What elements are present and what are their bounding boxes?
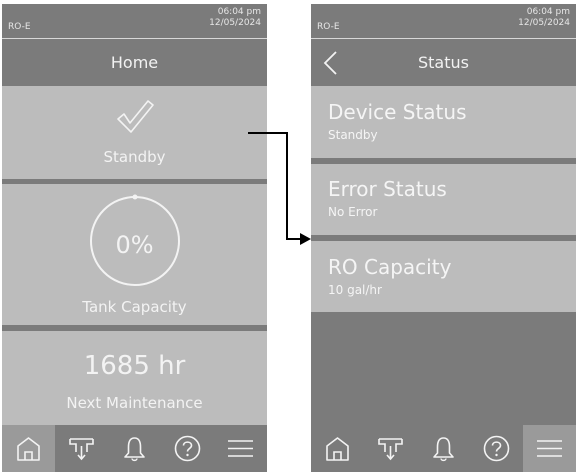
bell-icon: [433, 437, 454, 462]
clock: 06:04 pm 12/05/2024: [209, 7, 261, 29]
status-screen: RO-E 06:04 pm 12/05/2024 Status Device S…: [311, 4, 576, 472]
standby-tile[interactable]: Standby: [2, 86, 267, 179]
clock-time: 06:04 pm: [217, 7, 261, 17]
error-status-item[interactable]: Error Status No Error: [311, 164, 576, 235]
clock-time: 06:04 pm: [526, 7, 570, 17]
gauge-marker: [132, 194, 138, 200]
menu-icon: [537, 440, 562, 457]
drain-valve-icon: [69, 438, 94, 461]
page-title: Home: [110, 53, 159, 72]
help-icon: [483, 435, 510, 462]
clock: 06:04 pm 12/05/2024: [518, 7, 570, 29]
tank-capacity-tile[interactable]: 0% Tank Capacity: [2, 184, 267, 325]
title-bar: Home: [2, 39, 267, 86]
nav-alarms[interactable]: [108, 425, 161, 472]
nav-drain[interactable]: [55, 425, 108, 472]
clock-date: 12/05/2024: [518, 18, 570, 28]
model-name: RO-E: [8, 22, 31, 32]
maintenance-tile[interactable]: 1685 hr Next Maintenance: [2, 331, 267, 425]
ro-capacity-item[interactable]: RO Capacity 10 gal/hr: [311, 241, 576, 312]
item-value: 10 gal/hr: [328, 283, 382, 297]
device-state-label: Standby: [103, 148, 166, 166]
title-bar: Status: [311, 39, 576, 86]
arrowhead-icon: [300, 233, 311, 245]
maintenance-label: Next Maintenance: [66, 394, 203, 412]
item-title: Error Status: [328, 177, 447, 201]
status-bar: RO-E 06:04 pm 12/05/2024: [2, 4, 267, 38]
bottom-nav: [311, 425, 576, 472]
bell-icon: [124, 437, 145, 462]
checkmark-icon: [117, 100, 154, 133]
item-title: Device Status: [328, 100, 467, 124]
home-screen: RO-E 06:04 pm 12/05/2024 Home Standby 0%…: [2, 4, 267, 472]
maintenance-value: 1685 hr: [83, 351, 186, 381]
nav-home[interactable]: [311, 425, 364, 472]
menu-icon: [228, 440, 253, 457]
clock-date: 12/05/2024: [209, 18, 261, 28]
help-icon: [174, 435, 201, 462]
item-title: RO Capacity: [328, 255, 452, 279]
bottom-nav: [2, 425, 267, 472]
device-status-item[interactable]: Device Status Standby: [311, 86, 576, 158]
item-value: No Error: [328, 205, 378, 219]
tank-percent: 0%: [115, 231, 154, 259]
nav-alarms[interactable]: [417, 425, 470, 472]
nav-help[interactable]: [470, 425, 523, 472]
model-name: RO-E: [317, 22, 340, 32]
nav-menu[interactable]: [214, 425, 267, 472]
item-value: Standby: [328, 128, 378, 142]
nav-help[interactable]: [161, 425, 214, 472]
nav-menu[interactable]: [523, 425, 576, 472]
home-icon: [326, 437, 349, 461]
page-title: Status: [418, 53, 469, 72]
tank-capacity-label: Tank Capacity: [82, 298, 187, 316]
nav-home[interactable]: [2, 425, 55, 472]
status-bar: RO-E 06:04 pm 12/05/2024: [311, 4, 576, 38]
home-icon: [17, 437, 40, 461]
nav-drain[interactable]: [364, 425, 417, 472]
drain-valve-icon: [378, 438, 403, 461]
